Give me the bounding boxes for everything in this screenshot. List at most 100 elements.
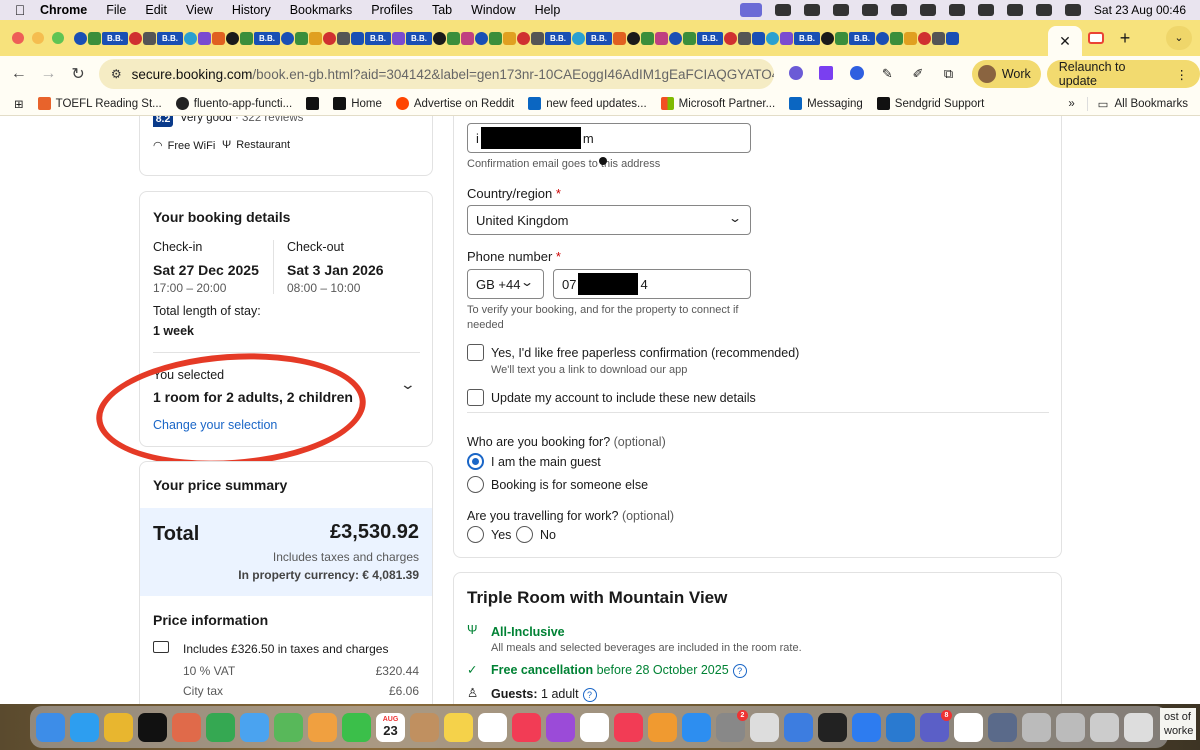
tab-search-chevron-icon[interactable]: ⌄ (1166, 26, 1192, 50)
input-source-icon[interactable] (861, 4, 878, 16)
extensions-puzzle-icon[interactable]: ⧉ (933, 66, 964, 82)
profile-button[interactable]: Work (971, 60, 1041, 88)
status-icon[interactable] (774, 4, 791, 16)
tab-favicon-icon[interactable] (613, 31, 626, 45)
address-bar[interactable]: ⚙ secure.booking.com /book.en-gb.html?ai… (98, 59, 775, 89)
tab-favicon-icon[interactable] (143, 31, 156, 45)
app-store-icon[interactable] (682, 712, 711, 742)
booking-tab-favicon-icon[interactable]: B.B. (545, 31, 571, 45)
safari-icon[interactable] (70, 712, 99, 742)
tab-favicon-icon[interactable] (212, 31, 225, 45)
tab-favicon-icon[interactable] (198, 31, 211, 45)
country-select[interactable]: United Kingdom (467, 205, 751, 235)
tab-favicon-icon[interactable] (890, 31, 903, 45)
battery-icon[interactable] (919, 4, 936, 16)
menu-window[interactable]: Window (471, 3, 515, 17)
reload-icon[interactable]: ↻ (63, 64, 93, 84)
help-question-icon[interactable]: ? (732, 663, 747, 678)
trash-icon[interactable] (1124, 712, 1153, 742)
music-icon[interactable] (512, 712, 541, 742)
tab-favicon-icon[interactable] (447, 31, 460, 45)
launchpad-icon[interactable] (172, 712, 201, 742)
more-bookmarks-icon[interactable]: » (1057, 98, 1087, 110)
minimize-window-icon[interactable] (32, 32, 44, 44)
control-center-icon[interactable] (1035, 4, 1052, 16)
tab-favicon-icon[interactable] (281, 31, 294, 45)
tab-favicon-icon[interactable] (821, 31, 834, 45)
bookmark-microsoft-partner[interactable]: Microsoft Partner... (660, 97, 775, 110)
user-icon[interactable] (890, 4, 907, 16)
apps-grid-icon[interactable]: ⊞ (14, 97, 24, 111)
tab-favicon-icon[interactable] (323, 31, 336, 45)
email-field[interactable]: i m (467, 123, 751, 153)
mail-icon[interactable] (240, 712, 269, 742)
calendar-icon[interactable]: AUG 23 (376, 712, 405, 742)
chrome-icon[interactable] (104, 712, 133, 742)
relaunch-button[interactable]: Relaunch to update ⋮ (1046, 60, 1200, 88)
work-no-radio[interactable] (516, 526, 533, 543)
booking-tab-favicon-icon[interactable]: B.B. (794, 31, 820, 45)
tab-favicon-icon[interactable] (572, 31, 585, 45)
photos-icon[interactable] (308, 712, 337, 742)
tab-favicon-icon[interactable] (74, 31, 87, 45)
zoom-icon[interactable] (852, 712, 881, 742)
main-guest-radio[interactable] (467, 453, 484, 470)
menu-app-chrome[interactable]: Chrome (40, 3, 87, 17)
phone-number-input[interactable]: 07 4 (553, 269, 751, 299)
tab-favicon-icon[interactable] (489, 31, 502, 45)
tab-favicon-icon[interactable] (517, 31, 530, 45)
tab-favicon-icon[interactable] (724, 31, 737, 45)
gmail-icon[interactable] (1088, 32, 1104, 44)
tab-favicon-icon[interactable] (309, 31, 322, 45)
tab-favicon-icon[interactable] (392, 31, 405, 45)
booking-tab-favicon-icon[interactable]: B.B. (849, 31, 875, 45)
bookmark-sendgrid[interactable]: Sendgrid Support (876, 97, 984, 110)
screen-share-icon[interactable] (739, 3, 762, 17)
bookmark-x-home[interactable]: Home (333, 97, 382, 110)
chevron-down-icon[interactable]: ⌄ (520, 275, 534, 289)
tab-favicon-icon[interactable] (876, 31, 889, 45)
tab-favicon-icon[interactable] (932, 31, 945, 45)
bookmark-github[interactable]: fluento-app-functi... (175, 97, 292, 110)
freeform-icon[interactable] (478, 712, 507, 742)
chevron-down-icon[interactable]: ⌄ (400, 376, 416, 393)
tab-favicon-icon[interactable] (461, 31, 474, 45)
menu-bookmarks[interactable]: Bookmarks (290, 3, 353, 17)
close-tab-icon[interactable]: ✕ (1059, 33, 1071, 50)
podcasts-icon[interactable] (546, 712, 575, 742)
apple-tv-icon[interactable] (138, 712, 167, 742)
update-account-checkbox[interactable] (467, 389, 484, 406)
tab-favicon-icon[interactable] (226, 31, 239, 45)
menu-edit[interactable]: Edit (145, 3, 167, 17)
pages-icon[interactable] (648, 712, 677, 742)
numbers-icon[interactable] (206, 712, 235, 742)
forward-arrow-icon[interactable]: → (34, 65, 64, 83)
system-settings-icon[interactable]: 2 (716, 709, 748, 742)
keynote-icon[interactable] (410, 712, 439, 742)
menu-help[interactable]: Help (535, 3, 561, 17)
bookmark-linkedin-messaging[interactable]: Messaging (789, 97, 863, 110)
notes-icon[interactable] (444, 712, 473, 742)
help-question-icon[interactable]: ? (582, 687, 597, 702)
tab-favicon-icon[interactable] (738, 31, 751, 45)
tab-favicon-icon[interactable] (433, 31, 446, 45)
chatgpt-icon[interactable] (954, 712, 983, 742)
tab-favicon-icon[interactable] (351, 31, 364, 45)
tab-favicon-icon[interactable] (627, 31, 640, 45)
no-entry-icon[interactable] (750, 712, 779, 742)
tab-favicon-icon[interactable] (655, 31, 668, 45)
reminders-icon[interactable] (580, 712, 609, 742)
active-tab[interactable]: ✕ (1048, 26, 1082, 56)
tab-favicon-icon[interactable] (475, 31, 488, 45)
menu-file[interactable]: File (106, 3, 126, 17)
bookmark-x[interactable] (306, 97, 320, 110)
booking-tab-favicon-icon[interactable]: B.B. (254, 31, 280, 45)
extension-eyedropper-icon[interactable]: ✐ (903, 66, 934, 82)
tab-favicon-icon[interactable] (669, 31, 682, 45)
all-bookmarks-button[interactable]: ▭ All Bookmarks (1086, 96, 1188, 111)
booking-tab-favicon-icon[interactable]: B.B. (365, 31, 391, 45)
search-icon[interactable] (977, 4, 994, 16)
tab-favicon-icon[interactable] (780, 31, 793, 45)
tab-favicon-icon[interactable] (766, 31, 779, 45)
tab-favicon-icon[interactable] (503, 31, 516, 45)
